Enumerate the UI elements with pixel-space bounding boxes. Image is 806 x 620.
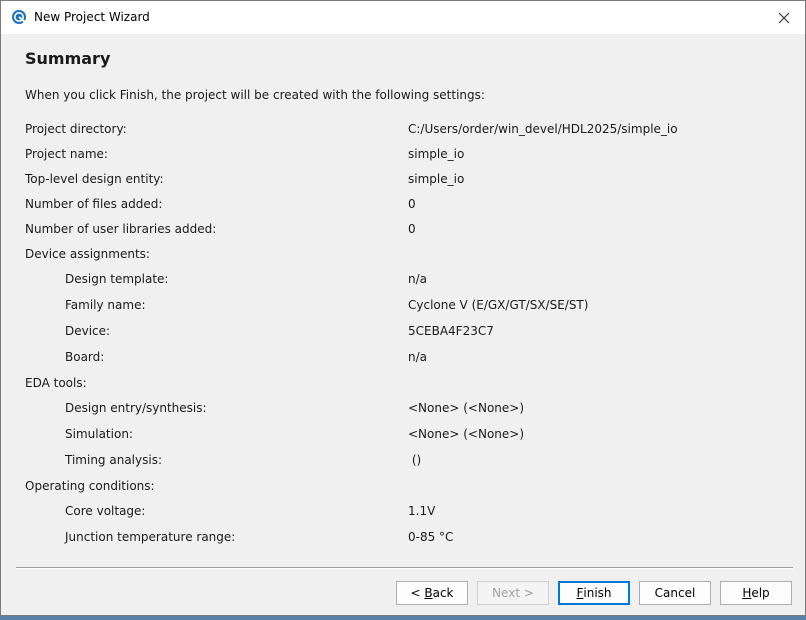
- next-label: Next >: [492, 586, 534, 600]
- window-title: New Project Wizard: [34, 10, 150, 24]
- setting-label: Timing analysis:: [65, 453, 162, 467]
- setting-value: 5CEBA4F23C7: [408, 324, 494, 338]
- setting-value: simple_io: [408, 147, 465, 161]
- setting-row: Device: 5CEBA4F23C7: [2, 324, 802, 344]
- title-bar[interactable]: New Project Wizard: [1, 1, 805, 34]
- back-rest: ack: [432, 586, 454, 600]
- setting-row: Project directory: C:/Users/order/win_dev…: [2, 122, 802, 142]
- setting-label: Board:: [65, 350, 105, 364]
- setting-row: Board: n/a: [2, 350, 802, 370]
- setting-row: Top-level design entity: simple_io: [2, 172, 802, 192]
- finish-button[interactable]: Finish: [558, 581, 630, 605]
- next-button[interactable]: Next >: [477, 581, 549, 605]
- wizard-content: Summary When you click Finish, the proje…: [2, 34, 804, 583]
- help-mnemonic: H: [742, 586, 752, 600]
- wizard-window: New Project Wizard Summary When you clic…: [0, 0, 806, 616]
- setting-value: 0: [408, 197, 416, 211]
- setting-label: Family name:: [65, 298, 146, 312]
- setting-label: Top-level design entity:: [25, 172, 164, 186]
- setting-row: Number of user libraries added: 0: [2, 222, 802, 242]
- separator: [16, 567, 793, 569]
- cancel-button[interactable]: Cancel: [639, 581, 711, 605]
- back-prefix: <: [410, 586, 425, 600]
- setting-value: 0: [408, 222, 416, 236]
- setting-value: simple_io: [408, 172, 465, 186]
- close-icon[interactable]: [763, 1, 805, 34]
- setting-row: Timing analysis: (): [2, 453, 802, 473]
- setting-label: EDA tools:: [25, 376, 87, 390]
- setting-label: Junction temperature range:: [65, 530, 236, 544]
- setting-value: <None> (<None>): [408, 401, 525, 415]
- setting-value: <None> (<None>): [408, 427, 525, 441]
- setting-label: Number of user libraries added:: [25, 222, 217, 236]
- back-mnemonic: B: [424, 586, 433, 600]
- setting-row: Device assignments:: [2, 247, 802, 267]
- cancel-label: Cancel: [654, 586, 696, 600]
- setting-value: n/a: [408, 350, 428, 364]
- help-button[interactable]: Help: [720, 581, 792, 605]
- setting-row: Number of files added: 0: [2, 197, 802, 217]
- setting-value: (): [408, 453, 422, 467]
- setting-value: n/a: [408, 272, 428, 286]
- setting-label: Core voltage:: [65, 504, 146, 518]
- back-button[interactable]: < Back: [396, 581, 468, 605]
- setting-label: Operating conditions:: [25, 479, 155, 493]
- setting-row: Operating conditions:: [2, 479, 802, 499]
- setting-value: Cyclone V (E/GX/GT/SX/SE/ST): [408, 298, 589, 312]
- setting-label: Design template:: [65, 272, 169, 286]
- intro-text: When you click Finish, the project will …: [25, 88, 485, 102]
- setting-value: C:/Users/order/win_devel/HDL2025/simple_…: [408, 122, 678, 136]
- setting-label: Project name:: [25, 147, 108, 161]
- setting-row: Family name: Cyclone V (E/GX/GT/SX/SE/ST): [2, 298, 802, 318]
- quartus-globe-icon: [12, 10, 26, 24]
- help-rest: elp: [751, 586, 770, 600]
- setting-label: Simulation:: [65, 427, 133, 441]
- setting-row: EDA tools:: [2, 376, 802, 396]
- setting-row: Junction temperature range: 0-85 °C: [2, 530, 802, 550]
- page-title: Summary: [25, 49, 111, 68]
- setting-label: Device assignments:: [25, 247, 150, 261]
- setting-label: Project directory:: [25, 122, 127, 136]
- setting-label: Device:: [65, 324, 111, 338]
- setting-row: Design template: n/a: [2, 272, 802, 292]
- setting-value: 0-85 °C: [408, 530, 454, 544]
- finish-mnemonic: F: [576, 586, 584, 600]
- setting-label: Number of files added:: [25, 197, 163, 211]
- setting-row: Core voltage: 1.1V: [2, 504, 802, 524]
- setting-row: Simulation: <None> (<None>): [2, 427, 802, 447]
- setting-row: Design entry/synthesis: <None> (<None>): [2, 401, 802, 421]
- setting-row: Project name: simple_io: [2, 147, 802, 167]
- setting-value: 1.1V: [408, 504, 436, 518]
- setting-label: Design entry/synthesis:: [65, 401, 207, 415]
- finish-rest: inish: [583, 586, 612, 600]
